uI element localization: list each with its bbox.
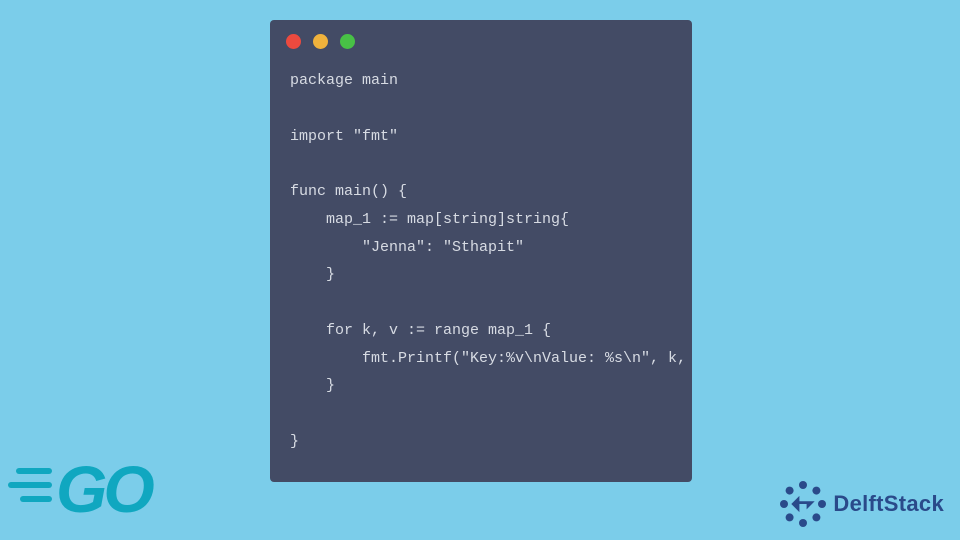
svg-text:GO: GO: [56, 452, 154, 525]
code-line: fmt.Printf("Key:%v\nValue: %s\n", k, v): [290, 350, 692, 367]
code-line: import "fmt": [290, 128, 398, 145]
code-line: map_1 := map[string]string{: [290, 211, 569, 228]
minimize-icon: [313, 34, 328, 49]
code-line: "Jenna": "Sthapit": [290, 239, 524, 256]
code-line: }: [290, 433, 299, 450]
code-line: func main() {: [290, 183, 407, 200]
code-line: }: [290, 266, 335, 283]
close-icon: [286, 34, 301, 49]
delftstack-logo: DelftStack: [779, 480, 944, 528]
code-block: package main import "fmt" func main() { …: [270, 55, 692, 464]
delftstack-label: DelftStack: [833, 491, 944, 517]
go-logo-icon: GO: [8, 450, 198, 530]
code-line: }: [290, 377, 335, 394]
zoom-icon: [340, 34, 355, 49]
code-line: for k, v := range map_1 {: [290, 322, 551, 339]
code-window: package main import "fmt" func main() { …: [270, 20, 692, 482]
code-line: package main: [290, 72, 398, 89]
traffic-lights: [270, 20, 692, 55]
delftstack-badge-icon: [779, 480, 827, 528]
